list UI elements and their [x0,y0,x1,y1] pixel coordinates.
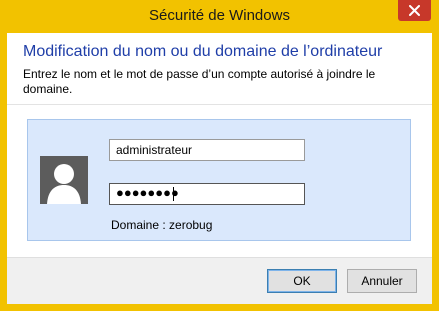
window-title: Sécurité de Windows [149,7,290,24]
credential-tile: administrateur ●●●●●●●● Domaine : zerobu… [27,119,411,241]
ok-button[interactable]: OK [267,269,337,293]
dialog-heading: Modification du nom ou du domaine de l’o… [23,43,383,60]
title-bar[interactable]: Sécurité de Windows [0,0,439,33]
password-input[interactable] [109,183,305,205]
button-bar: OK Annuler [7,257,432,304]
avatar [40,156,88,204]
close-button[interactable] [398,0,431,21]
text-caret [173,187,174,201]
cancel-button[interactable]: Annuler [347,269,417,293]
dialog-body: Modification du nom ou du domaine de l’o… [7,33,432,304]
close-icon [409,5,420,16]
username-input[interactable] [109,139,305,161]
security-dialog-window: Sécurité de Windows Modification du nom … [0,0,439,311]
domain-label: Domaine : zerobug [111,218,213,232]
dialog-description: Entrez le nom et le mot de passe d’un co… [23,67,376,96]
user-icon [47,164,81,204]
divider [7,104,432,105]
